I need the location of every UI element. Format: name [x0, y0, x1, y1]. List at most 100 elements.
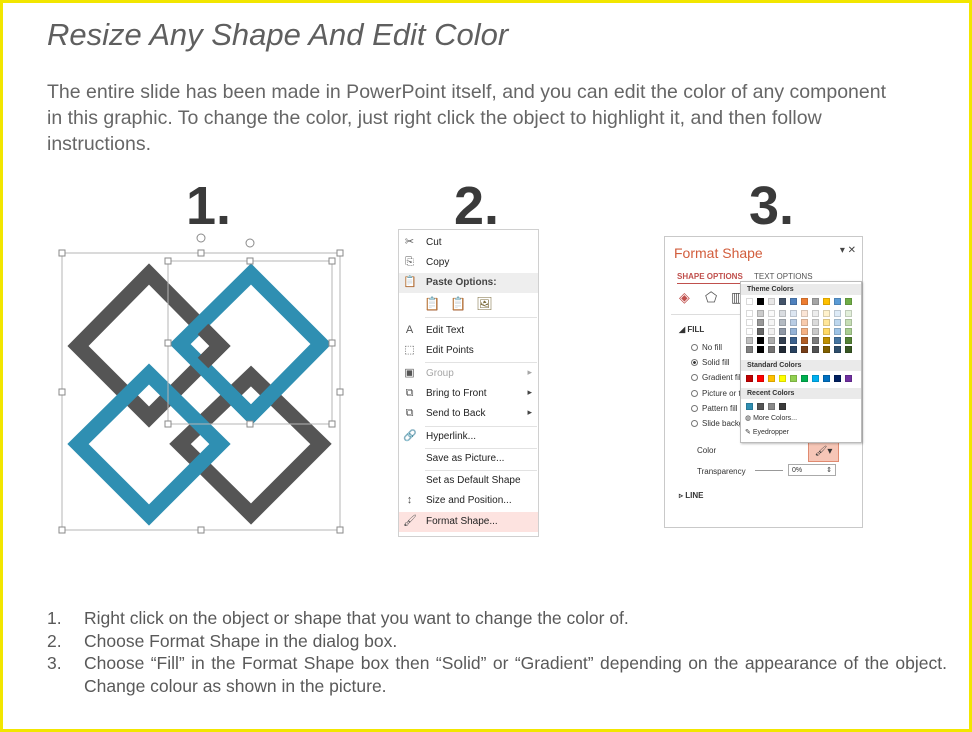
menu-item-save-as-picture[interactable]: Save as Picture...: [399, 449, 538, 469]
theme-color-swatch[interactable]: [757, 337, 764, 344]
line-section-header[interactable]: ▹ LINE: [679, 491, 703, 500]
effects-icon[interactable]: ⬠: [705, 289, 717, 306]
theme-color-swatch[interactable]: [768, 328, 775, 335]
theme-color-swatch[interactable]: [779, 298, 786, 305]
teal-square-top[interactable]: [169, 263, 332, 426]
standard-color-swatch[interactable]: [845, 375, 852, 382]
menu-item-hyperlink[interactable]: 🔗 Hyperlink...: [399, 427, 538, 447]
theme-color-swatch[interactable]: [757, 298, 764, 305]
spinner-icon[interactable]: ⇕: [826, 465, 832, 477]
standard-color-swatch[interactable]: [757, 375, 764, 382]
theme-color-swatch[interactable]: [801, 337, 808, 344]
menu-item-size-and-position[interactable]: ↕ Size and Position...: [399, 491, 538, 511]
standard-color-swatch[interactable]: [801, 375, 808, 382]
theme-color-swatch[interactable]: [790, 319, 797, 326]
color-picker-button[interactable]: 🖌▾: [808, 441, 839, 462]
radio-solid-fill[interactable]: Solid fill: [691, 358, 730, 367]
more-colors-option[interactable]: ◍ More Colors...: [745, 414, 797, 422]
gray-square-bottom[interactable]: [169, 365, 332, 525]
theme-color-swatch[interactable]: [801, 310, 808, 317]
theme-color-swatch[interactable]: [823, 346, 830, 353]
menu-item-format-shape[interactable]: 🖌 Format Shape...: [399, 512, 538, 532]
theme-color-swatch[interactable]: [834, 310, 841, 317]
theme-color-swatch[interactable]: [801, 328, 808, 335]
theme-color-swatch[interactable]: [779, 328, 786, 335]
theme-color-swatch[interactable]: [812, 346, 819, 353]
theme-color-swatch[interactable]: [790, 328, 797, 335]
theme-color-swatch[interactable]: [768, 310, 775, 317]
radio-pattern-fill[interactable]: Pattern fill: [691, 404, 738, 413]
menu-item-bring-to-front[interactable]: ⧉ Bring to Front ▸: [399, 384, 538, 404]
theme-color-swatch[interactable]: [845, 298, 852, 305]
menu-item-edit-text[interactable]: A Edit Text: [399, 321, 538, 341]
theme-color-swatch[interactable]: [845, 310, 852, 317]
fill-section-header[interactable]: ◢ FILL: [679, 325, 704, 334]
theme-color-swatch[interactable]: [812, 298, 819, 305]
theme-color-swatch[interactable]: [834, 337, 841, 344]
theme-color-swatch[interactable]: [845, 328, 852, 335]
selection-handles[interactable]: [58, 233, 344, 534]
theme-color-swatch[interactable]: [801, 346, 808, 353]
theme-color-swatch[interactable]: [768, 337, 775, 344]
close-icon[interactable]: ▾ ✕: [840, 245, 856, 256]
teal-square-bottom[interactable]: [67, 363, 231, 526]
standard-color-swatch[interactable]: [779, 375, 786, 382]
theme-color-swatch[interactable]: [757, 319, 764, 326]
standard-color-swatch[interactable]: [746, 375, 753, 382]
recent-color-swatch[interactable]: [779, 403, 786, 410]
gray-square-top[interactable]: [67, 263, 231, 428]
tab-shape-options[interactable]: SHAPE OPTIONS: [677, 272, 743, 281]
theme-color-swatch[interactable]: [790, 298, 797, 305]
theme-color-swatch[interactable]: [834, 319, 841, 326]
standard-color-swatch[interactable]: [768, 375, 775, 382]
theme-color-swatch[interactable]: [823, 310, 830, 317]
paste-keep-icon[interactable]: 📋: [424, 295, 441, 313]
theme-color-swatch[interactable]: [823, 298, 830, 305]
recent-color-swatch[interactable]: [757, 403, 764, 410]
radio-gradient-fill[interactable]: Gradient fill: [691, 373, 742, 382]
theme-color-swatch[interactable]: [746, 328, 753, 335]
menu-item-send-to-back[interactable]: ⧉ Send to Back ▸: [399, 404, 538, 424]
theme-color-swatch[interactable]: [823, 337, 830, 344]
theme-color-swatch[interactable]: [834, 328, 841, 335]
paste-merge-icon[interactable]: 📋: [450, 295, 467, 313]
radio-picture-fill[interactable]: Picture or t: [691, 389, 741, 398]
theme-color-swatch[interactable]: [845, 337, 852, 344]
theme-color-swatch[interactable]: [746, 319, 753, 326]
theme-color-swatch[interactable]: [801, 319, 808, 326]
theme-color-swatch[interactable]: [790, 337, 797, 344]
theme-color-swatch[interactable]: [768, 346, 775, 353]
theme-color-swatch[interactable]: [834, 298, 841, 305]
paste-picture-icon[interactable]: 🖼: [476, 295, 493, 313]
menu-item-cut[interactable]: ✂ Cut: [399, 233, 538, 253]
transparency-slider[interactable]: [755, 470, 783, 471]
standard-color-swatch[interactable]: [812, 375, 819, 382]
theme-color-swatch[interactable]: [768, 319, 775, 326]
eyedropper-option[interactable]: ✎ Eyedropper: [745, 428, 789, 436]
theme-color-swatch[interactable]: [779, 346, 786, 353]
menu-item-edit-points[interactable]: ⬚ Edit Points: [399, 341, 538, 361]
menu-item-set-default-shape[interactable]: Set as Default Shape: [399, 471, 538, 491]
theme-color-swatch[interactable]: [790, 310, 797, 317]
theme-color-swatch[interactable]: [834, 346, 841, 353]
standard-color-swatch[interactable]: [834, 375, 841, 382]
theme-color-swatch[interactable]: [790, 346, 797, 353]
theme-color-swatch[interactable]: [757, 346, 764, 353]
theme-color-swatch[interactable]: [746, 346, 753, 353]
theme-color-swatch[interactable]: [812, 319, 819, 326]
standard-color-swatch[interactable]: [823, 375, 830, 382]
theme-color-swatch[interactable]: [757, 328, 764, 335]
theme-color-swatch[interactable]: [768, 298, 775, 305]
standard-color-swatch[interactable]: [790, 375, 797, 382]
theme-color-swatch[interactable]: [746, 310, 753, 317]
theme-color-swatch[interactable]: [845, 319, 852, 326]
theme-color-swatch[interactable]: [779, 310, 786, 317]
radio-no-fill[interactable]: No fill: [691, 343, 722, 352]
theme-color-swatch[interactable]: [746, 337, 753, 344]
radio-slide-background-fill[interactable]: Slide backg: [691, 419, 743, 428]
recent-color-swatch[interactable]: [768, 403, 775, 410]
theme-color-swatch[interactable]: [757, 310, 764, 317]
fill-line-icon[interactable]: ◈: [679, 289, 690, 306]
theme-color-swatch[interactable]: [812, 328, 819, 335]
theme-color-swatch[interactable]: [779, 337, 786, 344]
